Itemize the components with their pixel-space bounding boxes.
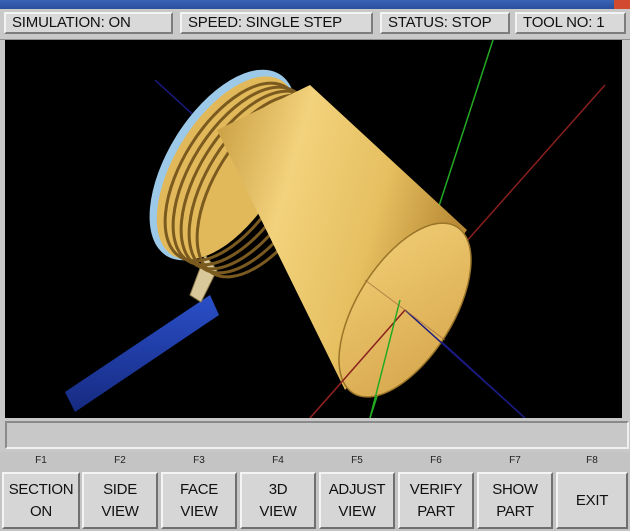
fkey-f1[interactable]: F1 SECTION ON (0, 452, 82, 531)
fkey-f1-number: F1 (35, 455, 47, 466)
fkey-f3-number: F3 (193, 455, 205, 466)
fkey-f2[interactable]: F2 SIDE VIEW (80, 452, 160, 531)
simulation-status: SIMULATION: ON (4, 12, 173, 34)
face-view-label-line1: FACE (180, 480, 218, 498)
side-view-button[interactable]: SIDE VIEW (82, 472, 158, 529)
window-title-strip (0, 0, 630, 9)
verify-part-label-line2: PART (417, 502, 455, 520)
message-bar (5, 421, 629, 449)
fkey-f2-number: F2 (114, 455, 126, 466)
adjust-view-label-line2: VIEW (338, 502, 376, 520)
verify-part-button[interactable]: VERIFY PART (398, 472, 474, 529)
fkey-f6[interactable]: F6 VERIFY PART (396, 452, 476, 531)
speed-status: SPEED: SINGLE STEP (180, 12, 373, 34)
status-bar: SIMULATION: ON SPEED: SINGLE STEP STATUS… (0, 9, 630, 40)
show-part-label-line1: SHOW (492, 480, 538, 498)
fkey-f5-number: F5 (351, 455, 363, 466)
simulation-viewport[interactable] (5, 40, 622, 418)
side-view-label-line2: VIEW (101, 502, 139, 520)
exit-button[interactable]: EXIT (556, 472, 628, 529)
run-status: STATUS: STOP (380, 12, 510, 34)
fkey-f5[interactable]: F5 ADJUST VIEW (317, 452, 397, 531)
show-part-label-line2: PART (496, 502, 534, 520)
section-on-button[interactable]: SECTION ON (2, 472, 80, 529)
window-close-corner[interactable] (614, 0, 630, 9)
exit-label: EXIT (575, 491, 609, 509)
section-on-label-line1: SECTION (8, 480, 74, 498)
fkey-f8-number: F8 (586, 455, 598, 466)
fkey-f3[interactable]: F3 FACE VIEW (159, 452, 239, 531)
fkey-f4[interactable]: F4 3D VIEW (238, 452, 318, 531)
face-view-button[interactable]: FACE VIEW (161, 472, 237, 529)
verify-part-label-line1: VERIFY (409, 480, 463, 498)
3d-view-button[interactable]: 3D VIEW (240, 472, 316, 529)
viewport-scene (65, 40, 606, 418)
tool-holder (65, 295, 219, 412)
face-view-label-line2: VIEW (180, 502, 218, 520)
section-on-label-line2: ON (30, 502, 52, 520)
adjust-view-label-line1: ADJUST (328, 480, 386, 498)
side-view-label-line1: SIDE (103, 480, 137, 498)
fkey-f7[interactable]: F7 SHOW PART (475, 452, 555, 531)
3d-view-label-line1: 3D (268, 480, 288, 498)
tool-number: TOOL NO: 1 (515, 12, 626, 34)
fkey-f4-number: F4 (272, 455, 284, 466)
fkey-f6-number: F6 (430, 455, 442, 466)
3d-view-label-line2: VIEW (259, 502, 297, 520)
fkey-f8[interactable]: F8 EXIT (554, 452, 630, 531)
show-part-button[interactable]: SHOW PART (477, 472, 553, 529)
adjust-view-button[interactable]: ADJUST VIEW (319, 472, 395, 529)
fkey-f7-number: F7 (509, 455, 521, 466)
function-key-bar: F1 SECTION ON F2 SIDE VIEW F3 FACE VIEW … (0, 452, 630, 531)
